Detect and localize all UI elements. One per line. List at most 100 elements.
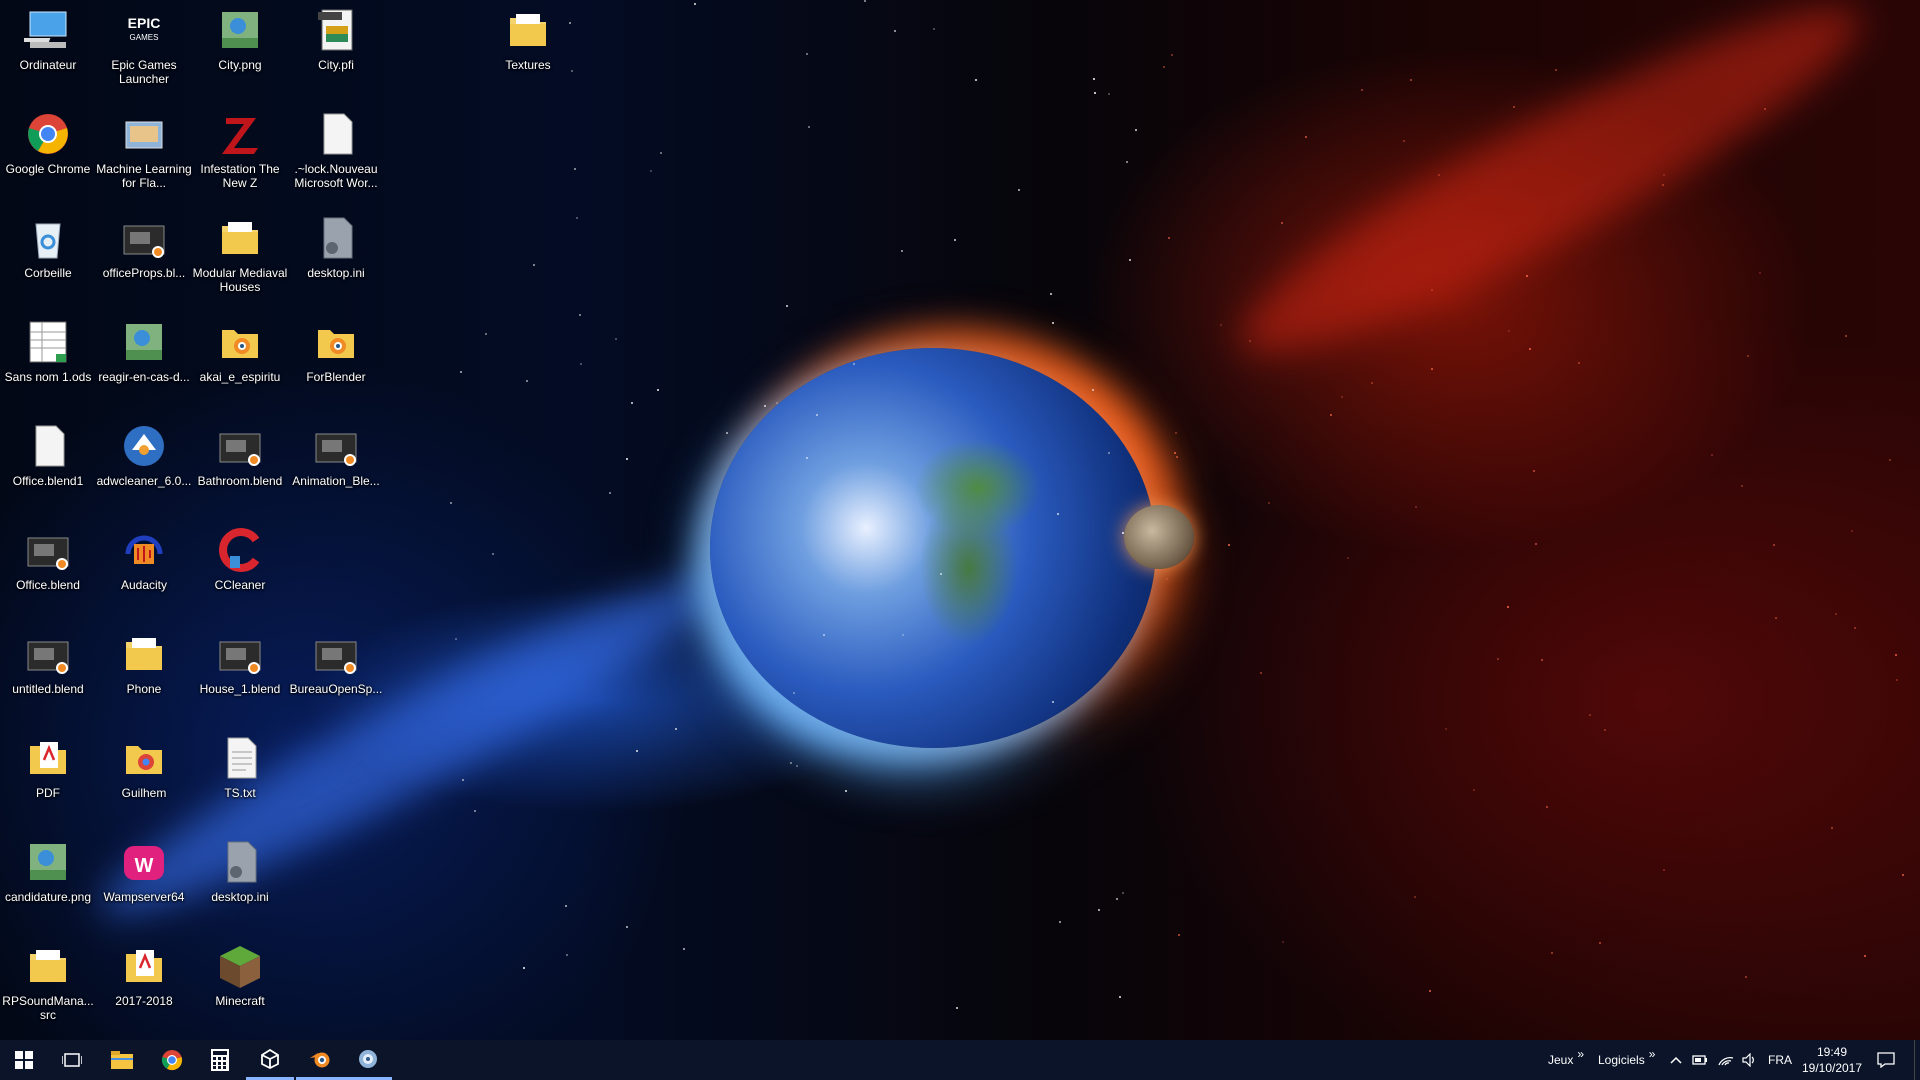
star (956, 1006, 959, 1009)
desktop-icon[interactable]: desktop.ini (288, 214, 384, 280)
star (1403, 140, 1406, 143)
star (656, 389, 659, 392)
desktop-icon[interactable]: Animation_Ble... (288, 422, 384, 488)
desktop-icon[interactable]: EPIC GAMES Epic Games Launcher (96, 6, 192, 86)
minecraft-icon (216, 942, 264, 990)
desktop-icon[interactable]: reagir-en-cas-d... (96, 318, 192, 384)
show-desktop-button[interactable] (1914, 1040, 1920, 1080)
star (1526, 274, 1529, 277)
star (1122, 891, 1125, 894)
desktop-icon[interactable]: Google Chrome (0, 110, 96, 176)
star (1740, 484, 1743, 487)
star (575, 216, 578, 219)
desktop-icon-label: desktop.ini (211, 890, 269, 904)
desktop-icon[interactable]: Infestation The New Z (192, 110, 288, 190)
desktop-icon[interactable]: Guilhem (96, 734, 192, 800)
desktop-icon[interactable]: CCleaner (192, 526, 288, 592)
volume-button[interactable] (1738, 1040, 1762, 1080)
desktop-icon[interactable]: City.png (192, 6, 288, 72)
battery-button[interactable] (1688, 1040, 1712, 1080)
desktop-icon[interactable]: untitled.blend (0, 630, 96, 696)
folder-icon (24, 942, 72, 990)
star (1863, 954, 1866, 957)
desktop-icon[interactable]: Textures (480, 6, 576, 72)
desktop-icon-label: Animation_Ble... (292, 474, 380, 488)
desktop-icon[interactable]: Bathroom.blend (192, 422, 288, 488)
desktop-icon[interactable]: Ordinateur (0, 6, 96, 72)
desktop-icon[interactable]: Corbeille (0, 214, 96, 280)
desktop-icon[interactable]: ForBlender (288, 318, 384, 384)
blender-folder-icon (312, 318, 360, 366)
desktop-icon-label: Office.blend1 (12, 474, 84, 488)
taskbar-chrome[interactable] (148, 1040, 196, 1080)
desktop-icon[interactable]: akai_e_espiritu (192, 318, 288, 384)
image-file-icon (120, 318, 168, 366)
desktop-icon[interactable]: desktop.ini (192, 838, 288, 904)
show-hidden-icons-button[interactable] (1666, 1040, 1686, 1080)
adwcleaner-icon (120, 422, 168, 470)
star (580, 363, 583, 366)
star (485, 333, 488, 336)
star (1409, 78, 1412, 81)
desktop-icon[interactable]: Office.blend (0, 526, 96, 592)
desktop-icon-label: ForBlender (306, 370, 366, 384)
desktop-icon-label: TS.txt (224, 786, 256, 800)
star (1831, 826, 1834, 829)
desktop-icon[interactable]: Modular Mediaval Houses (192, 214, 288, 294)
star (626, 457, 629, 460)
desktop-icon[interactable]: candidature.png (0, 838, 96, 904)
star (1844, 334, 1847, 337)
language-indicator[interactable]: FRA (1768, 1040, 1792, 1080)
toolbar-jeux[interactable]: Jeux » (1548, 1040, 1584, 1080)
desktop-icon-label: akai_e_espiritu (199, 370, 281, 384)
taskbar-unity[interactable] (246, 1040, 294, 1080)
start-button[interactable] (0, 1040, 48, 1080)
toolbar-logiciels[interactable]: Logiciels » (1598, 1040, 1655, 1080)
desktop-icon[interactable]: .~lock.Nouveau Microsoft Wor... (288, 110, 384, 190)
task-view-button[interactable] (48, 1040, 96, 1080)
star (1746, 354, 1749, 357)
taskbar-calculator[interactable] (196, 1040, 244, 1080)
desktop-icon[interactable]: Sans nom 1.ods (0, 318, 96, 384)
speaker-icon (1742, 1053, 1754, 1067)
desktop[interactable]: Ordinateur EPIC GAMES Epic Games Launcher Ci… (0, 0, 1920, 1040)
taskbar-blender[interactable] (296, 1040, 344, 1080)
desktop-icon[interactable]: officeProps.bl... (96, 214, 192, 280)
desktop-icon[interactable]: PDF (0, 734, 96, 800)
star (1134, 128, 1137, 131)
calculator-icon (211, 1049, 229, 1071)
task-view-icon (62, 1053, 82, 1067)
chrome-icon (24, 110, 72, 158)
desktop-icon[interactable]: Machine Learning for Fla... (96, 110, 192, 190)
taskbar-file-explorer[interactable] (98, 1040, 146, 1080)
clock[interactable]: 19:49 19/10/2017 (1796, 1044, 1868, 1076)
toolbar-jeux-label: Jeux (1548, 1053, 1574, 1067)
spreadsheet-icon (24, 318, 72, 366)
desktop-icon[interactable]: City.pfi (288, 6, 384, 72)
epic-games-icon: EPIC GAMES (120, 6, 168, 54)
blender-folder-icon (216, 318, 264, 366)
taskbar-app[interactable] (344, 1040, 392, 1080)
blend-file-icon (216, 422, 264, 470)
desktop-icon[interactable]: adwcleaner_6.0... (96, 422, 192, 488)
desktop-icon[interactable]: House_1.blend (192, 630, 288, 696)
desktop-icon[interactable]: RPSoundMana... src (0, 942, 96, 1022)
ccleaner-icon (216, 526, 264, 574)
desktop-icon[interactable]: TS.txt (192, 734, 288, 800)
star (775, 401, 778, 404)
desktop-icon[interactable]: BureauOpenSp... (288, 630, 384, 696)
star (1220, 324, 1223, 327)
desktop-icon-label: Sans nom 1.ods (4, 370, 92, 384)
desktop-icon[interactable]: Audacity (96, 526, 192, 592)
desktop-icon[interactable]: W Wampserver64 (96, 838, 192, 904)
desktop-icon[interactable]: Office.blend1 (0, 422, 96, 488)
svg-text:GAMES: GAMES (130, 33, 159, 42)
desktop-icon[interactable]: Minecraft (192, 942, 288, 1008)
desktop-icon[interactable]: Phone (96, 630, 192, 696)
star (1506, 605, 1509, 608)
star (1758, 272, 1761, 275)
desktop-icon[interactable]: 2017-2018 (96, 942, 192, 1008)
action-center-button[interactable] (1862, 1040, 1910, 1080)
network-button[interactable] (1714, 1040, 1738, 1080)
star (1174, 432, 1177, 434)
